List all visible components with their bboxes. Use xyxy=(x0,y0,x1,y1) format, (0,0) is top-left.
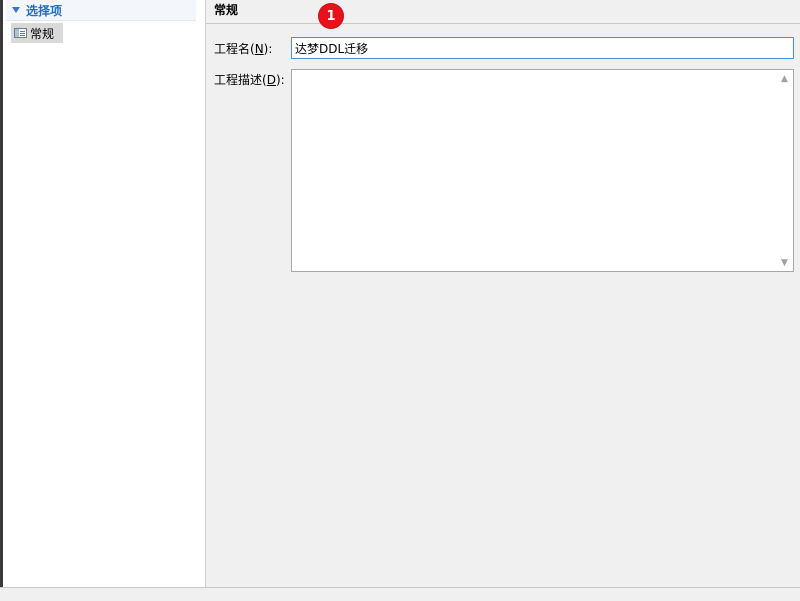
general-settings-panel: 常规 1 工程名(N): 工程描述(D): ▲ ▼ xyxy=(206,0,800,587)
project-description-label: 工程描述(D): xyxy=(214,73,285,87)
description-vertical-scrollbar[interactable]: ▲ ▼ xyxy=(776,70,793,271)
options-tree-header[interactable]: 选择项 xyxy=(6,0,196,21)
step-number-badge: 1 xyxy=(319,4,343,28)
scroll-up-arrow-icon[interactable]: ▲ xyxy=(776,70,793,87)
project-name-label: 工程名(N): xyxy=(214,42,273,56)
section-title: 常规 xyxy=(214,3,239,17)
options-tree: 选择项 常规 xyxy=(3,0,206,587)
tree-item-general-label: 常规 xyxy=(30,26,55,41)
expand-triangle-icon[interactable] xyxy=(12,7,20,13)
project-description-box: ▲ ▼ xyxy=(291,69,794,272)
section-header: 常规 xyxy=(206,0,800,24)
tree-item-general[interactable]: 常规 xyxy=(11,23,63,43)
dialog-footer xyxy=(0,587,800,601)
project-name-mnemonic: N xyxy=(254,42,264,56)
new-project-dialog: 选择项 常规 常规 1 工程名(N): 工程描述(D): ▲ ▼ xyxy=(0,0,800,601)
project-name-input[interactable] xyxy=(291,37,794,59)
page-icon xyxy=(14,28,27,38)
project-description-mnemonic: D xyxy=(266,73,276,87)
project-description-textarea[interactable] xyxy=(292,70,776,271)
scroll-down-arrow-icon[interactable]: ▼ xyxy=(776,254,793,271)
options-tree-header-label: 选择项 xyxy=(26,3,63,18)
